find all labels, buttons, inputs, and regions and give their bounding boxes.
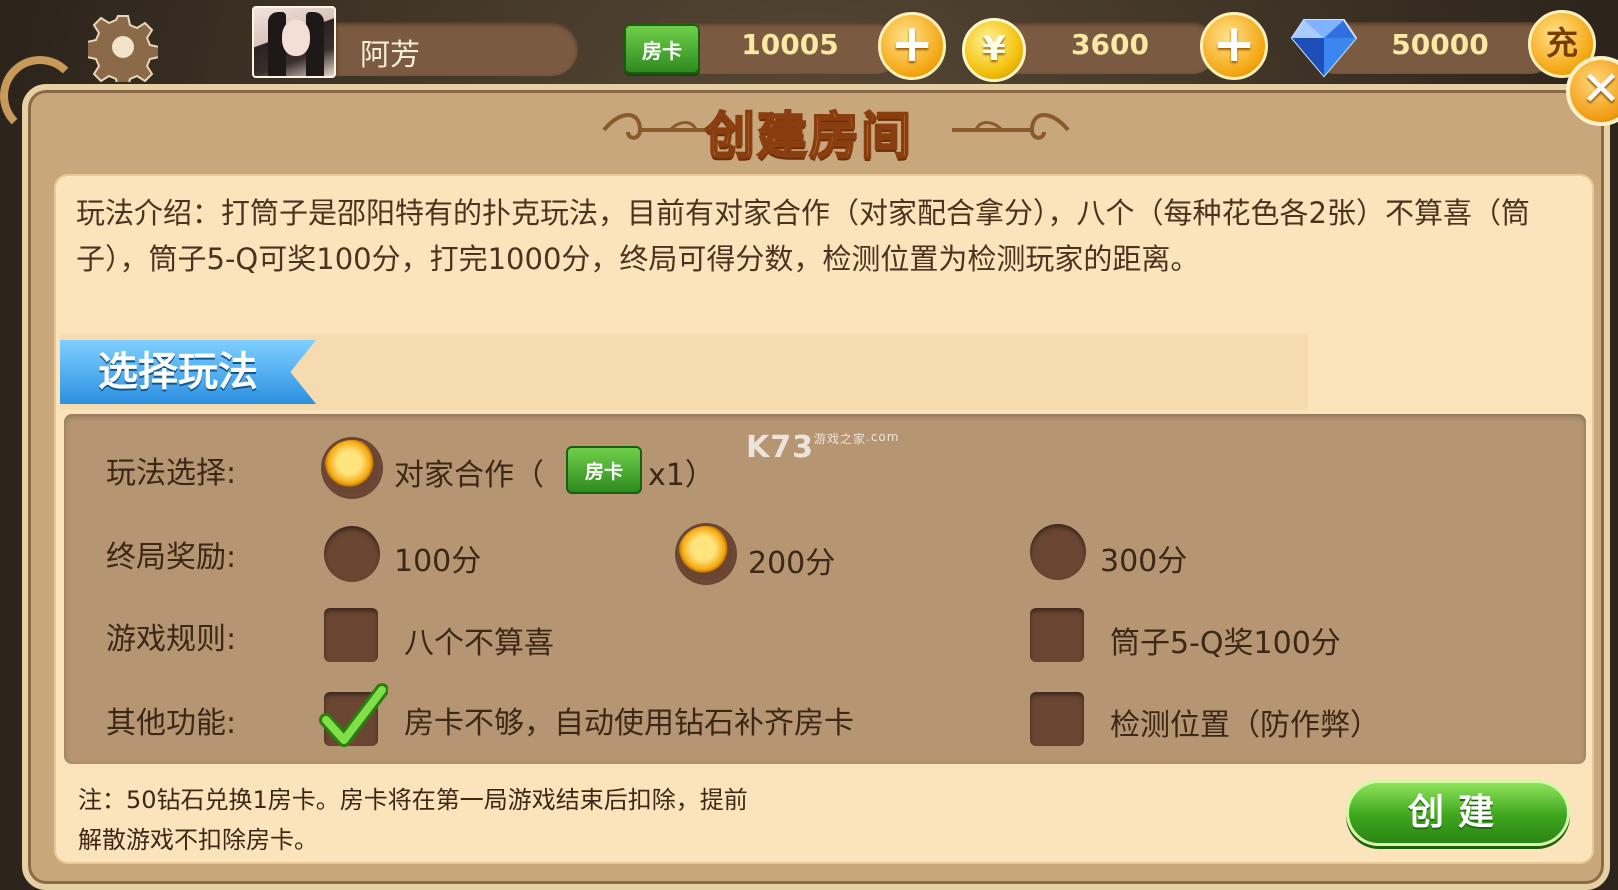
rule-checkbox-eight[interactable] — [324, 608, 378, 662]
reward-option-200: 200分 — [748, 546, 836, 581]
diamond-count: 50000 — [1391, 28, 1489, 61]
watermark-main: K73 — [746, 430, 814, 465]
other-option-auto-diamond: 房卡不够，自动使用钻石补齐房卡 — [404, 706, 854, 741]
note-line: 注：50钻石兑换1房卡。房卡将在第一局游戏结束后扣除，提前 — [78, 786, 748, 814]
mode-cost-label: x1） — [648, 458, 715, 493]
rules-intro: 玩法介绍：打筒子是邵阳特有的扑克玩法，目前有对家合作（对家配合拿分），八个（每种… — [76, 196, 1530, 276]
note-text: 注：50钻石兑换1房卡。房卡将在第一局游戏结束后扣除，提前 解散游戏不扣除房卡。 — [78, 780, 898, 860]
top-bar: 阿芳 房卡 10005 + ¥ 3600 + 50000 充 — [0, 0, 1618, 82]
other-checkbox-auto-diamond[interactable] — [319, 683, 388, 747]
watermark-domain: .com — [866, 430, 900, 444]
reward-option-300: 300分 — [1100, 544, 1188, 579]
avatar-face — [282, 20, 310, 56]
other-option-location: 检测位置（防作弊） — [1110, 708, 1380, 743]
rule-option-bonus: 筒子5-Q奖100分 — [1110, 626, 1341, 661]
reward-label: 终局奖励: — [106, 540, 237, 575]
note-line: 解散游戏不扣除房卡。 — [78, 826, 318, 854]
room-card-icon: 房卡 — [624, 24, 700, 74]
mode-option-label: 对家合作（ — [394, 458, 544, 493]
create-button[interactable]: 创建 — [1346, 780, 1570, 846]
avatar[interactable] — [252, 6, 336, 78]
title-ornament-right — [952, 113, 1070, 140]
watermark: K73游戏之家.com — [746, 430, 899, 465]
reward-radio-200[interactable] — [678, 526, 734, 582]
game-screen: 阿芳 房卡 10005 + ¥ 3600 + 50000 充 ✕ 创建房间 玩法… — [0, 0, 1618, 890]
room-card-icon: 房卡 — [566, 446, 642, 494]
gold-count: 3600 — [1071, 28, 1149, 61]
gear-icon[interactable] — [88, 12, 158, 82]
diamond-icon — [1290, 19, 1358, 78]
mode-radio[interactable] — [324, 440, 380, 496]
username: 阿芳 — [360, 38, 420, 73]
reward-radio-300[interactable] — [1030, 524, 1086, 580]
other-checkbox-location[interactable] — [1030, 692, 1084, 746]
section-title: 选择玩法 — [60, 340, 316, 404]
reward-radio-100[interactable] — [324, 526, 380, 582]
rules-label: 游戏规则: — [106, 622, 237, 657]
rule-checkbox-bonus[interactable] — [1030, 608, 1084, 662]
other-label: 其他功能: — [106, 706, 237, 741]
reward-option-100: 100分 — [394, 544, 482, 579]
add-room-card-button[interactable]: + — [878, 12, 946, 80]
gold-coin-icon: ¥ — [962, 18, 1026, 82]
check-icon — [319, 683, 388, 747]
rule-option-eight: 八个不算喜 — [404, 626, 554, 661]
room-card-count: 10005 — [741, 28, 839, 61]
add-gold-button[interactable]: + — [1200, 12, 1268, 80]
mode-label: 玩法选择: — [106, 456, 237, 491]
dialog-title: 创建房间 — [704, 106, 913, 166]
watermark-sub: 游戏之家 — [814, 432, 867, 446]
